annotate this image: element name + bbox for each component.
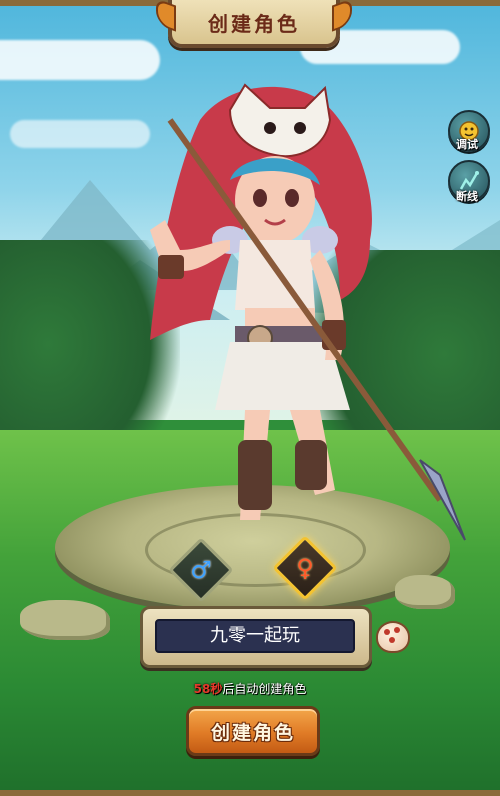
character-portrait: [150, 83, 466, 541]
cloud: [0, 40, 160, 80]
debug-label: 调试: [456, 138, 478, 151]
rock: [395, 575, 455, 609]
female-symbol-icon: ♀: [296, 554, 314, 582]
auto-create-countdown: 58秒后自动创建角色: [0, 680, 500, 697]
rock: [20, 600, 110, 640]
countdown-seconds: 58秒: [193, 682, 223, 696]
create-character-label: 创建角色: [210, 721, 295, 744]
disconnect-label: 断线: [456, 190, 478, 203]
create-character-button[interactable]: 创建角色: [186, 706, 320, 756]
bottom-frame-border: [0, 790, 500, 796]
dice-pip: [384, 629, 390, 635]
name-input-frame: [140, 606, 372, 668]
male-symbol-icon: ♂: [190, 556, 212, 584]
countdown-text: 后自动创建角色: [222, 682, 307, 696]
page-title: 创建角色: [208, 11, 300, 36]
character-name-input[interactable]: [155, 619, 355, 653]
game-scene: [0, 0, 500, 796]
dice-pip: [389, 637, 395, 643]
dice-pip: [394, 627, 400, 633]
random-name-dice-button[interactable]: [376, 621, 410, 653]
title-plaque: 创建角色: [156, 0, 352, 48]
